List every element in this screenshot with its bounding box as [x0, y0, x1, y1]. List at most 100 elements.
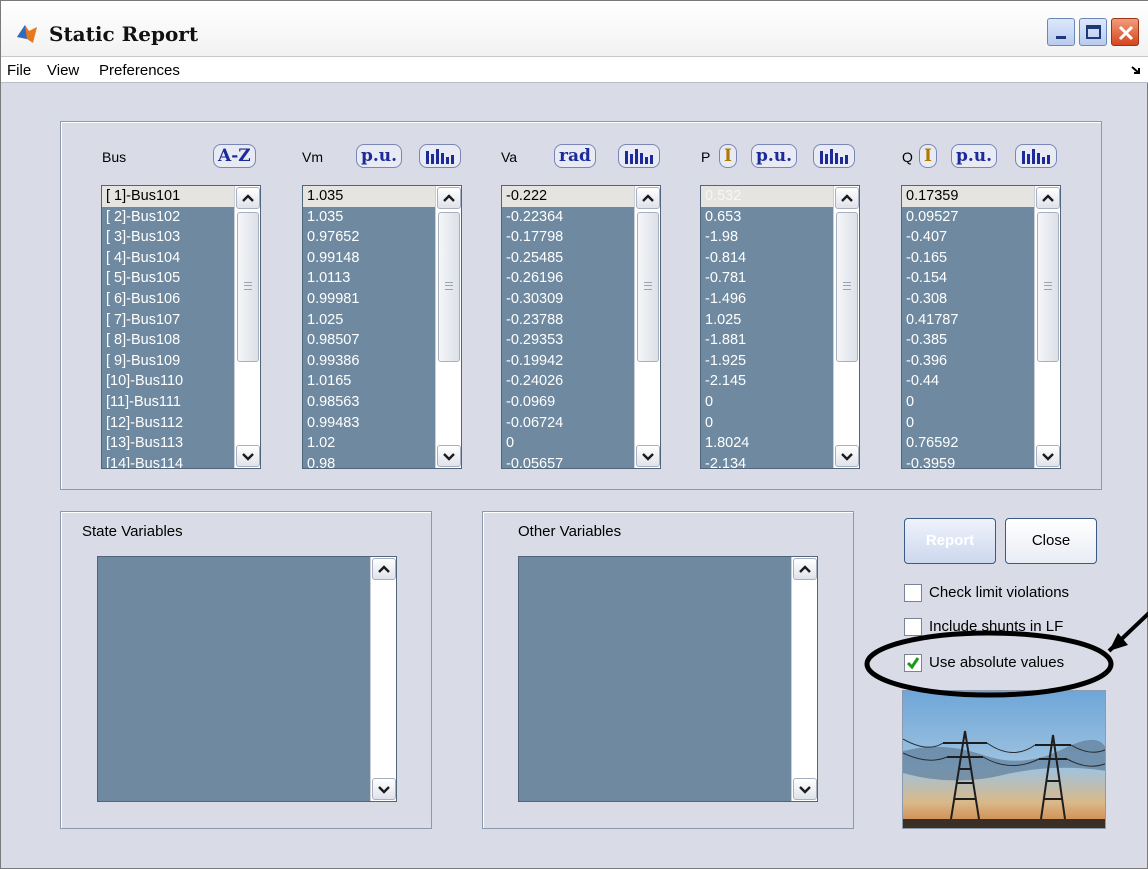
matlab-logo-icon [17, 25, 37, 43]
vm-listbox[interactable]: 1.035 1.035 0.97652 0.99148 1.0113 0.99981 1.0… [302, 185, 462, 469]
close-icon [1118, 25, 1134, 41]
scrollbar[interactable] [833, 186, 859, 468]
maximize-icon [1086, 25, 1101, 39]
chevron-up-icon [242, 194, 254, 202]
grip-icon [244, 282, 252, 290]
scroll-thumb[interactable] [836, 212, 858, 362]
minimize-icon [1056, 36, 1066, 39]
sort-az-button[interactable]: A-Z [213, 144, 256, 168]
title-bar: Static Report [1, 1, 1148, 57]
grip-icon [445, 282, 453, 290]
scroll-down-button[interactable] [372, 778, 396, 800]
scrollbar[interactable] [234, 186, 260, 468]
window-title: Static Report [49, 22, 199, 46]
scroll-down-button[interactable] [636, 445, 660, 467]
p-column-header: P [701, 149, 711, 165]
chevron-down-icon [378, 786, 390, 794]
chevron-down-icon [642, 453, 654, 461]
chevron-up-icon [443, 194, 455, 202]
check-limits-checkbox[interactable] [904, 584, 922, 602]
scroll-thumb[interactable] [1037, 212, 1059, 362]
scroll-thumb[interactable] [637, 212, 659, 362]
scroll-thumb[interactable] [438, 212, 460, 362]
grip-icon [1044, 282, 1052, 290]
va-column-header: Va [501, 149, 518, 165]
check-limits-label[interactable]: Check limit violations [929, 584, 1069, 601]
menu-view[interactable]: View [47, 62, 79, 79]
q-listbox[interactable]: 0.17359 0.09527 -0.407 -0.165 -0.154 -0.308 0.… [901, 185, 1061, 469]
scroll-up-button[interactable] [372, 558, 396, 580]
scrollbar[interactable] [791, 557, 817, 801]
state-variables-listbox[interactable] [97, 556, 397, 802]
vm-plot-button[interactable] [419, 144, 461, 168]
scroll-down-button[interactable] [835, 445, 859, 467]
bus-column-header: Bus [102, 149, 127, 165]
bar-chart-icon [820, 149, 848, 164]
bus-listbox[interactable]: [ 1]-Bus101[ 2]-Bus102[ 3]-Bus103[ 4]-Bu… [101, 185, 261, 469]
p-flag-button[interactable]: I [719, 144, 737, 168]
scroll-down-button[interactable] [793, 778, 817, 800]
scroll-down-button[interactable] [437, 445, 461, 467]
q-unit-button[interactable]: p.u. [951, 144, 998, 168]
chevron-down-icon [1042, 453, 1054, 461]
chevron-down-icon [799, 786, 811, 794]
p-unit-button[interactable]: p.u. [751, 144, 798, 168]
chevron-down-icon [242, 453, 254, 461]
minimize-button[interactable] [1047, 18, 1075, 46]
scroll-up-button[interactable] [835, 187, 859, 209]
bar-chart-icon [426, 149, 454, 164]
grip-icon [843, 282, 851, 290]
bar-chart-icon [625, 149, 653, 164]
scrollbar[interactable] [1034, 186, 1060, 468]
vm-unit-button[interactable]: p.u. [356, 144, 403, 168]
scrollbar[interactable] [370, 557, 396, 801]
annotation-arrow-head [1109, 633, 1128, 651]
include-shunts-label[interactable]: Include shunts in LF [929, 618, 1063, 635]
dock-arrow-icon[interactable] [1129, 63, 1143, 77]
bar-chart-icon [1022, 149, 1050, 164]
chevron-up-icon [378, 565, 390, 573]
report-button[interactable]: Report [904, 518, 996, 564]
scroll-up-button[interactable] [636, 187, 660, 209]
scrollbar[interactable] [634, 186, 660, 468]
scroll-up-button[interactable] [236, 187, 260, 209]
other-variables-label: Other Variables [518, 523, 622, 540]
chevron-up-icon [841, 194, 853, 202]
scroll-down-button[interactable] [236, 445, 260, 467]
annotation-arrow-line [1107, 611, 1148, 653]
q-column-header: Q [902, 149, 913, 165]
chevron-up-icon [642, 194, 654, 202]
va-unit-button[interactable]: rad [554, 144, 596, 168]
chevron-down-icon [841, 453, 853, 461]
grip-icon [644, 282, 652, 290]
absolute-values-label[interactable]: Use absolute values [929, 654, 1064, 671]
scroll-thumb[interactable] [237, 212, 259, 362]
close-window-button[interactable] [1111, 18, 1139, 46]
va-plot-button[interactable] [618, 144, 660, 168]
menu-bar: File View Preferences [1, 57, 1148, 83]
chevron-up-icon [1042, 194, 1054, 202]
scrollbar[interactable] [435, 186, 461, 468]
scroll-up-button[interactable] [793, 558, 817, 580]
menu-preferences[interactable]: Preferences [99, 62, 180, 79]
scroll-down-button[interactable] [1036, 445, 1060, 467]
p-plot-button[interactable] [813, 144, 855, 168]
scroll-up-button[interactable] [437, 187, 461, 209]
absolute-values-checkbox[interactable] [904, 654, 922, 672]
p-listbox[interactable]: 0.532 0.653 -1.98 -0.814 -0.781 -1.496 1.025 -1… [700, 185, 860, 469]
include-shunts-checkbox[interactable] [904, 618, 922, 636]
q-flag-button[interactable]: I [919, 144, 937, 168]
power-lines-image [902, 690, 1106, 829]
chevron-up-icon [799, 565, 811, 573]
state-variables-label: State Variables [82, 523, 183, 540]
menu-file[interactable]: File [7, 62, 31, 79]
close-button[interactable]: Close [1005, 518, 1097, 564]
q-plot-button[interactable] [1015, 144, 1057, 168]
static-report-window: Static Report File View Preferences Bus … [0, 0, 1148, 869]
va-listbox[interactable]: -0.222 -0.22364 -0.17798 -0.25485 -0.26196 -0… [501, 185, 661, 469]
other-variables-listbox[interactable] [518, 556, 818, 802]
chevron-down-icon [443, 453, 455, 461]
scroll-up-button[interactable] [1036, 187, 1060, 209]
transmission-towers-icon [903, 691, 1105, 828]
maximize-button[interactable] [1079, 18, 1107, 46]
